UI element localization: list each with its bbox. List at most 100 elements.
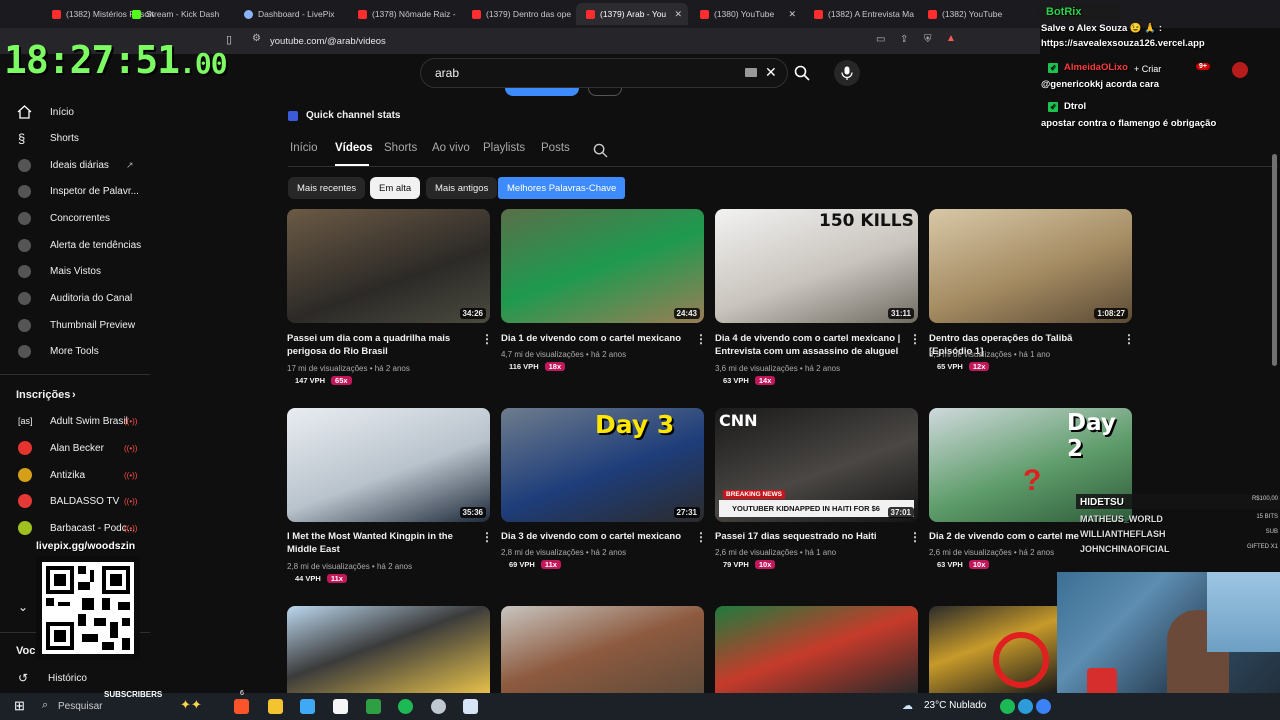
browser-tab[interactable]: (1380) YouTube ✕ bbox=[690, 3, 802, 25]
brave-rewards-icon[interactable]: ▲ bbox=[946, 33, 956, 44]
site-info-icon[interactable]: ⚙ bbox=[252, 33, 261, 44]
sidebar-item-thumbnail-preview[interactable]: Thumbnail Preview bbox=[0, 312, 150, 338]
browser-tab[interactable]: (1382) YouTube bbox=[918, 3, 1028, 25]
shield-icon[interactable]: ⛨ bbox=[924, 34, 932, 45]
bluetooth-icon[interactable] bbox=[1036, 699, 1051, 714]
sidebar-item-ideas[interactable]: Ideais diárias ↗ bbox=[0, 152, 150, 178]
sidebar-item-home[interactable]: Início bbox=[0, 99, 150, 125]
video-title[interactable]: Passei 17 dias sequestrado no Haiti bbox=[715, 530, 903, 543]
chip-recent[interactable]: Mais recentes bbox=[288, 177, 366, 199]
sidebar-channel[interactable]: Barbacast - Podc... ((•)) bbox=[0, 515, 150, 541]
qr-code bbox=[36, 556, 140, 660]
section-heading-you[interactable]: Voc bbox=[16, 645, 35, 657]
chip-best-keywords[interactable]: Melhores Palavras-Chave bbox=[498, 177, 626, 199]
avatar[interactable] bbox=[1232, 62, 1248, 78]
scrollbar-thumb[interactable] bbox=[1272, 154, 1277, 366]
tab-live[interactable]: Ao vivo bbox=[432, 142, 470, 154]
video-thumbnail[interactable]: 1:08:27 bbox=[929, 209, 1132, 323]
browser-tab[interactable]: (1379) Dentro das ope bbox=[462, 3, 574, 25]
more-options-icon[interactable]: ⋮ bbox=[1123, 332, 1135, 346]
video-title[interactable]: Dia 1 de vivendo com o cartel mexicano bbox=[501, 332, 689, 345]
channel-search-icon[interactable] bbox=[593, 143, 608, 158]
video-title[interactable]: Passei um dia com a quadrilha mais perig… bbox=[287, 332, 475, 358]
video-title[interactable]: Dia 4 de vivendo com o cartel mexicano |… bbox=[715, 332, 903, 358]
tab-shorts[interactable]: Shorts bbox=[384, 142, 417, 154]
video-title[interactable]: Dia 2 de vivendo com o cartel mexic bbox=[929, 530, 1079, 543]
tab-posts[interactable]: Posts bbox=[541, 142, 570, 154]
sidebar-channel[interactable]: Antizika ((•)) bbox=[0, 462, 150, 488]
browser-tab[interactable]: (1378) Nômade Raiz - bbox=[348, 3, 460, 25]
voice-search-button[interactable] bbox=[834, 60, 860, 86]
sidebar-item-shorts[interactable]: § Shorts bbox=[0, 125, 150, 151]
obs-icon[interactable] bbox=[431, 699, 446, 714]
brave-icon[interactable] bbox=[234, 699, 249, 714]
chevron-down-icon[interactable]: ⌄ bbox=[18, 600, 28, 614]
sidebar-item-more-tools[interactable]: More Tools bbox=[0, 338, 150, 364]
browser-tab[interactable]: Dashboard - LivePix bbox=[234, 3, 346, 25]
sidebar-channel[interactable]: BALDASSO TV ((•)) bbox=[0, 488, 150, 514]
app-icon[interactable] bbox=[300, 699, 315, 714]
livepix-icon bbox=[244, 9, 253, 19]
video-thumbnail[interactable]: 24:43 bbox=[501, 209, 704, 323]
create-button[interactable]: + Criar bbox=[1134, 64, 1161, 74]
app-icon[interactable] bbox=[463, 699, 478, 714]
folder-icon[interactable] bbox=[268, 699, 283, 714]
search-input[interactable]: arab ✕ bbox=[420, 58, 788, 88]
search-button[interactable] bbox=[788, 58, 816, 88]
clear-icon[interactable]: ✕ bbox=[765, 64, 777, 81]
subscribe-button-edge[interactable] bbox=[505, 88, 579, 96]
video-thumbnail[interactable]: 34:26 bbox=[287, 209, 490, 323]
video-thumbnail[interactable] bbox=[501, 606, 704, 693]
browser-tab[interactable]: Stream - Kick Dash bbox=[122, 3, 234, 25]
sidebar-item-trend-alert[interactable]: Alerta de tendências bbox=[0, 232, 150, 258]
sidebar-item-most-viewed[interactable]: Mais Vistos bbox=[0, 258, 150, 284]
sidebar-channel[interactable]: [as] Adult Swim Brasil ((•)) bbox=[0, 408, 150, 434]
video-thumbnail[interactable] bbox=[929, 606, 1057, 693]
video-thumbnail[interactable]: Day 3 27:31 bbox=[501, 408, 704, 522]
video-title[interactable]: Dia 3 de vivendo com o cartel mexicano bbox=[501, 530, 689, 543]
tray-icon[interactable] bbox=[1018, 699, 1033, 714]
video-thumbnail[interactable]: 150 KILLS 31:11 bbox=[715, 209, 918, 323]
sidebar-item-competitors[interactable]: Concorrentes bbox=[0, 205, 150, 231]
close-icon[interactable]: ✕ bbox=[788, 9, 796, 20]
subscriptions-heading[interactable]: Inscrições › bbox=[0, 382, 150, 408]
sidebar-item-history[interactable]: ↺ Histórico bbox=[0, 665, 150, 691]
chip-oldest[interactable]: Mais antigos bbox=[426, 177, 498, 199]
join-button-edge[interactable] bbox=[588, 88, 622, 96]
chip-popular[interactable]: Em alta bbox=[370, 177, 421, 199]
browser-tab-active[interactable]: (1379) Arab - You ✕ bbox=[576, 3, 688, 25]
sidebar-channel[interactable]: Alan Becker ((•)) bbox=[0, 435, 150, 461]
tab-home[interactable]: Início bbox=[290, 142, 318, 154]
more-options-icon[interactable]: ⋮ bbox=[695, 530, 707, 544]
tab-videos[interactable]: Vídeos bbox=[335, 142, 373, 154]
video-thumbnail[interactable]: 35:36 bbox=[287, 408, 490, 522]
capcut-icon[interactable] bbox=[333, 699, 348, 714]
youtube-icon bbox=[928, 9, 937, 19]
more-options-icon[interactable]: ⋮ bbox=[909, 530, 921, 544]
close-icon[interactable]: ✕ bbox=[674, 9, 682, 20]
video-thumbnail[interactable] bbox=[287, 606, 490, 693]
more-options-icon[interactable]: ⋮ bbox=[695, 332, 707, 346]
video-thumbnail[interactable]: CNN BREAKING NEWS YOUTUBER KIDNAPPED IN … bbox=[715, 408, 918, 522]
tab-playlists[interactable]: Playlists bbox=[483, 142, 525, 154]
more-options-icon[interactable]: ⋮ bbox=[909, 332, 921, 346]
more-options-icon[interactable]: ⋮ bbox=[481, 332, 493, 346]
url-field[interactable]: youtube.com/@arab/videos bbox=[244, 31, 944, 51]
more-options-icon[interactable]: ⋮ bbox=[481, 530, 493, 544]
spotify-icon[interactable] bbox=[398, 699, 413, 714]
keyboard-icon[interactable] bbox=[745, 68, 757, 77]
spotify-tray-icon[interactable] bbox=[1000, 699, 1015, 714]
quick-channel-stats[interactable]: Quick channel stats bbox=[288, 110, 400, 121]
bookmark-icon[interactable]: ▯ bbox=[226, 33, 232, 46]
weather-status[interactable]: 23°C Nublado bbox=[924, 700, 986, 711]
video-title[interactable]: I Met the Most Wanted Kingpin in the Mid… bbox=[287, 530, 475, 556]
share-icon[interactable]: ⇪ bbox=[900, 34, 908, 45]
video-thumbnail[interactable] bbox=[715, 606, 918, 693]
windows-start-icon[interactable]: ⊞ bbox=[14, 698, 25, 714]
sidebar-item-channel-audit[interactable]: Auditoria do Canal bbox=[0, 285, 150, 311]
app-icon[interactable] bbox=[366, 699, 381, 714]
sidebar-item-keyword-inspector[interactable]: Inspetor de Palavr... bbox=[0, 178, 150, 204]
notification-badge[interactable]: 9+ bbox=[1196, 63, 1210, 70]
screen-icon[interactable]: ▭ bbox=[876, 34, 885, 45]
browser-tab[interactable]: (1382) A Entrevista Ma bbox=[804, 3, 916, 25]
